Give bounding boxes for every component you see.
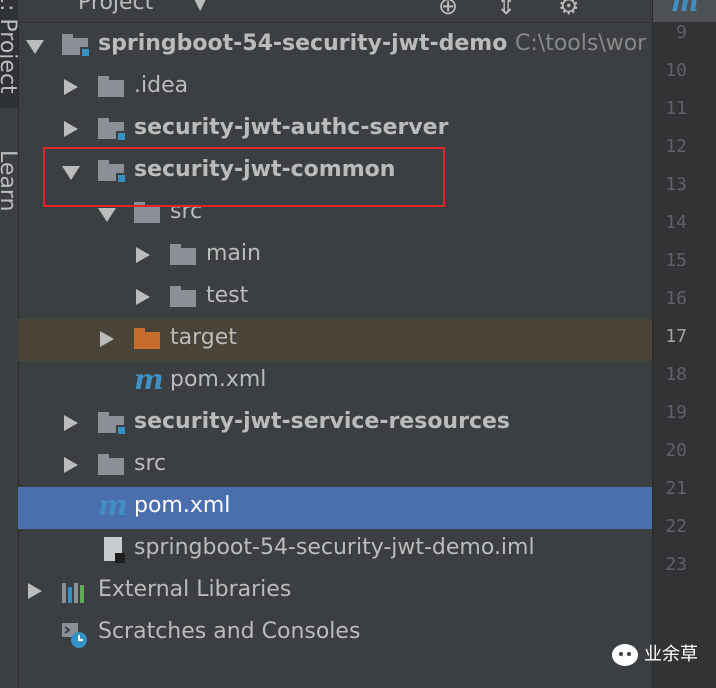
line-number: 15 <box>665 250 687 271</box>
line-number: 12 <box>665 136 687 157</box>
line-number: 23 <box>665 554 687 575</box>
highlight-annotation-box <box>43 147 445 207</box>
idea-folder-label: .idea <box>134 73 189 98</box>
root-pom-label: pom.xml <box>134 493 231 518</box>
service-resources-module-label: security-jwt-service-resources <box>134 409 510 434</box>
project-tool-tab-label: 1: Project <box>0 0 20 94</box>
gear-icon[interactable]: ⚙ <box>558 0 580 20</box>
tree-row-main[interactable]: main <box>18 235 652 277</box>
test-folder-label: test <box>206 283 249 308</box>
collapse-arrow-icon[interactable] <box>100 331 114 347</box>
learn-tool-tab[interactable]: Learn <box>0 150 20 260</box>
collapse-arrow-icon[interactable] <box>64 121 78 137</box>
collapse-arrow-icon[interactable] <box>64 79 78 95</box>
line-number: 19 <box>665 402 687 423</box>
root-module-path: C:\tools\wor <box>515 31 647 56</box>
line-number: 16 <box>665 288 687 309</box>
tree-row-test[interactable]: test <box>18 277 652 319</box>
chevron-down-icon[interactable]: ▼ <box>194 0 206 13</box>
line-number: 18 <box>665 364 687 385</box>
module-folder-icon <box>98 118 127 142</box>
project-view-selector[interactable]: Project <box>78 0 153 15</box>
tree-row-common-pom[interactable]: m pom.xml <box>18 361 652 403</box>
root-src-folder-label: src <box>134 451 167 476</box>
tree-row-root-module[interactable]: springboot-54-security-jwt-demo C:\tools… <box>18 25 652 67</box>
folder-icon <box>170 286 196 307</box>
authc-server-module-label: security-jwt-authc-server <box>134 115 449 140</box>
learn-tool-tab-label: Learn <box>0 150 20 212</box>
locate-file-icon[interactable]: ⊕ <box>438 0 458 20</box>
tool-window-strip: 1: Project Learn <box>0 0 20 688</box>
line-number: 21 <box>665 478 687 499</box>
tree-row-service-resources[interactable]: security-jwt-service-resources <box>18 403 652 445</box>
tree-row-external-libraries[interactable]: External Libraries <box>18 571 652 613</box>
collapse-arrow-icon[interactable] <box>64 415 78 431</box>
line-number: 10 <box>665 60 687 81</box>
project-panel-header: Project ▼ ⊕ ⇕ ⚙ <box>18 0 652 23</box>
scratches-label: Scratches and Consoles <box>98 619 361 644</box>
folder-icon <box>98 76 124 97</box>
tree-row-root-pom[interactable]: m pom.xml <box>18 487 652 529</box>
tree-row-target[interactable]: target <box>18 319 652 361</box>
main-folder-label: main <box>206 241 261 266</box>
excluded-folder-icon <box>134 328 160 349</box>
line-number: 20 <box>665 440 687 461</box>
editor-gutter: m 9 10 11 12 13 14 15 16 17 18 19 20 21 22 23 <box>652 0 716 688</box>
collapse-arrow-icon[interactable] <box>64 457 78 473</box>
wechat-icon <box>612 644 638 666</box>
expand-arrow-icon[interactable] <box>26 40 44 54</box>
watermark: 业余草 <box>612 640 698 674</box>
tree-row-authc-server[interactable]: security-jwt-authc-server <box>18 109 652 151</box>
line-number: 14 <box>665 212 687 233</box>
line-number: 11 <box>665 98 687 119</box>
maven-icon: m <box>134 363 164 396</box>
line-number: 13 <box>665 174 687 195</box>
collapse-arrow-icon[interactable] <box>28 583 42 599</box>
root-module-name: springboot-54-security-jwt-demo <box>98 31 508 56</box>
collapse-arrow-icon[interactable] <box>136 289 150 305</box>
line-number: 17 <box>665 326 687 347</box>
tree-row-scratches[interactable]: Scratches and Consoles <box>18 613 652 655</box>
maven-icon: m <box>98 489 128 522</box>
line-number: 9 <box>676 22 687 43</box>
scratches-icon <box>62 623 87 648</box>
libraries-icon <box>62 581 88 603</box>
editor-tab[interactable]: m <box>653 0 716 22</box>
watermark-text: 业余草 <box>644 644 698 665</box>
collapse-arrow-icon[interactable] <box>136 247 150 263</box>
project-tool-tab[interactable]: 1: Project <box>0 0 20 108</box>
module-folder-icon <box>98 412 127 436</box>
common-pom-label: pom.xml <box>170 367 267 392</box>
iml-file-label: springboot-54-security-jwt-demo.iml <box>134 535 535 560</box>
target-folder-label: target <box>170 325 237 350</box>
iml-file-icon <box>104 537 125 563</box>
external-libraries-label: External Libraries <box>98 577 292 602</box>
folder-icon <box>170 244 196 265</box>
collapse-all-icon[interactable]: ⇕ <box>496 0 516 20</box>
root-module-label: springboot-54-security-jwt-demo C:\tools… <box>98 31 646 56</box>
maven-icon: m <box>671 0 699 18</box>
tree-row-idea[interactable]: .idea <box>18 67 652 109</box>
module-folder-icon <box>62 34 91 58</box>
folder-icon <box>98 454 124 475</box>
tree-row-root-src[interactable]: src <box>18 445 652 487</box>
tree-row-iml[interactable]: springboot-54-security-jwt-demo.iml <box>18 529 652 571</box>
line-number: 22 <box>665 516 687 537</box>
expand-arrow-icon[interactable] <box>98 208 116 222</box>
